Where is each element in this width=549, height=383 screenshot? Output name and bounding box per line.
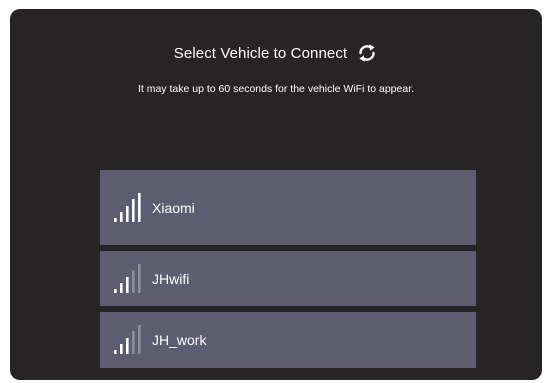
dialog-header: Select Vehicle to Connect	[10, 42, 542, 64]
network-item-jh-work[interactable]: JH_work	[100, 312, 476, 368]
wifi-signal-icon	[113, 192, 147, 223]
network-name: JHwifi	[152, 270, 190, 287]
network-item-jhwifi[interactable]: JHwifi	[100, 251, 476, 306]
wifi-signal-icon	[113, 263, 147, 294]
dialog-title: Select Vehicle to Connect	[173, 44, 348, 62]
vehicle-connect-dialog: Select Vehicle to Connect It may take up…	[10, 9, 542, 380]
network-name: JH_work	[152, 332, 207, 348]
refresh-icon[interactable]	[356, 42, 378, 64]
network-name: Xiaomi	[152, 199, 195, 216]
dialog-subtitle: It may take up to 60 seconds for the veh…	[137, 83, 415, 95]
network-item-xiaomi[interactable]: Xiaomi	[100, 170, 476, 245]
wifi-signal-icon	[113, 325, 147, 355]
